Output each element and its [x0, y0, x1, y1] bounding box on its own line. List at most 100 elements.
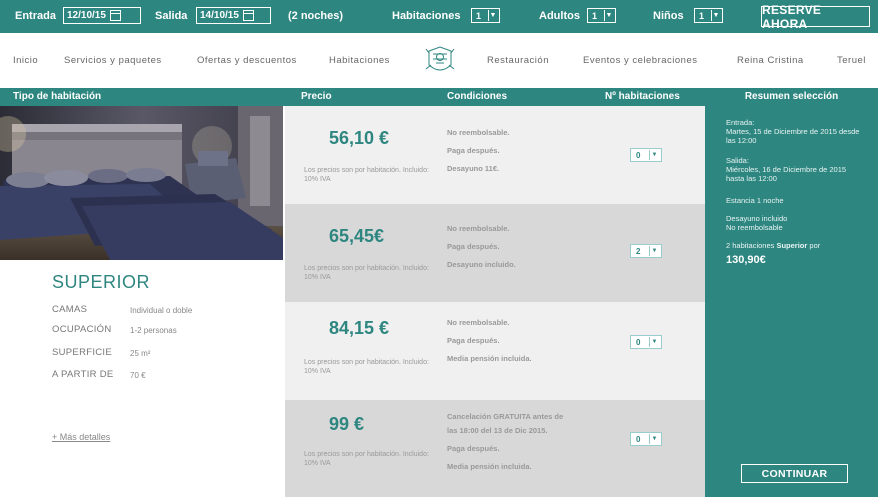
children-label: Niños	[653, 10, 684, 22]
offer-condition: Desayuno incluido.	[447, 260, 516, 269]
room-quantity-value: 0	[636, 337, 641, 347]
checkin-label: Entrada	[15, 10, 56, 22]
offer-condition: No reembolsable.	[447, 128, 510, 137]
spec-value-beds: Individual o doble	[130, 306, 193, 315]
chevron-down-icon: ▼	[649, 434, 659, 444]
checkout-date-value: 14/10/15	[200, 10, 239, 21]
nav-item-ofertas[interactable]: Ofertas y descuentos	[197, 55, 297, 66]
offer-condition: Cancelación GRATUITA antes de	[447, 412, 564, 421]
header-conditions: Condiciones	[447, 91, 508, 102]
nav-item-servicios[interactable]: Servicios y paquetes	[64, 55, 162, 66]
offer-price-note: Los precios son por habitación. Incluido…	[304, 359, 429, 375]
room-quantity-value: 0	[636, 434, 641, 444]
chevron-down-icon: ▼	[488, 10, 497, 21]
room-quantity-select[interactable]: 0 ▼	[630, 148, 662, 162]
room-quantity-select[interactable]: 0 ▼	[630, 432, 662, 446]
offer-price-note: Los precios son por habitación. Incluido…	[304, 451, 429, 467]
summary-rooms-suffix: por	[809, 241, 821, 250]
chevron-down-icon: ▼	[604, 10, 613, 21]
offer-row: 56,10 € Los precios son por habitación. …	[285, 106, 705, 204]
spec-value-from-price: 70 €	[130, 371, 146, 380]
offer-condition: No reembolsable.	[447, 318, 510, 327]
main-nav: Inicio Servicios y paquetes Ofertas y de…	[0, 33, 878, 85]
room-type-name: SUPERIOR	[52, 272, 151, 292]
chevron-down-icon: ▼	[649, 150, 659, 160]
chevron-down-icon: ▼	[649, 337, 659, 347]
offer-condition: No reembolsable.	[447, 224, 510, 233]
nav-item-habitaciones[interactable]: Habitaciones	[329, 55, 390, 66]
nav-item-restauracion[interactable]: Restauración	[487, 55, 549, 66]
spec-label-occupancy: OCUPACIÓN	[52, 324, 112, 335]
offer-price: 56,10 €	[329, 128, 390, 148]
rooms-label: Habitaciones	[392, 10, 461, 22]
offer-condition: Paga después.	[447, 444, 500, 453]
summary-rooms-count: 2 habitaciones	[726, 241, 775, 250]
room-photo	[0, 106, 283, 260]
checkout-date-field[interactable]: 14/10/15	[196, 7, 271, 24]
room-quantity-select[interactable]: 0 ▼	[630, 335, 662, 349]
offer-condition: las 18:00 del 13 de Dic 2015.	[447, 426, 548, 435]
summary-total-price: 130,90€	[726, 254, 766, 266]
selection-summary-panel: Resumen selección Entrada: Martes, 15 de…	[705, 88, 878, 497]
offer-price-note: Los precios son por habitación. Incluido…	[304, 265, 429, 281]
summary-checkout-text: Miércoles, 16 de Diciembre de 2015 hasta…	[726, 165, 847, 183]
continue-button[interactable]: CONTINUAR	[741, 464, 848, 483]
children-select-value: 1	[699, 10, 705, 21]
adults-label: Adultos	[539, 10, 580, 22]
header-room-type: Tipo de habitación	[13, 91, 102, 102]
room-quantity-value: 0	[636, 150, 641, 160]
chevron-down-icon: ▼	[649, 246, 659, 256]
offer-condition: Paga después.	[447, 242, 500, 251]
nav-item-teruel[interactable]: Teruel	[837, 55, 866, 66]
spec-value-occupancy: 1-2 personas	[130, 326, 177, 335]
offer-price-note: Los precios son por habitación. Incluido…	[304, 167, 429, 183]
header-num-rooms: Nº habitaciones	[605, 91, 680, 102]
more-details-link[interactable]: + Más detalles	[52, 432, 110, 442]
summary-stay: Estancia 1 noche	[726, 196, 784, 205]
nav-item-inicio[interactable]: Inicio	[13, 55, 38, 66]
children-select[interactable]: 1 ▼	[694, 8, 723, 23]
summary-checkin-label: Entrada:	[726, 118, 755, 127]
checkout-label: Salida	[155, 10, 188, 22]
nights-count: (2 noches)	[288, 10, 344, 22]
room-quantity-select[interactable]: 2 ▼	[630, 244, 662, 258]
room-photo-image	[0, 106, 283, 260]
calendar-icon[interactable]	[242, 10, 254, 21]
offer-row: 84,15 € Los precios son por habitación. …	[285, 302, 705, 400]
chevron-down-icon: ▼	[711, 10, 720, 21]
offer-row: 65,45€ Los precios son por habitación. I…	[285, 204, 705, 302]
adults-select[interactable]: 1 ▼	[587, 8, 616, 23]
offer-condition: Media pensión incluida.	[447, 354, 532, 363]
calendar-icon[interactable]	[109, 10, 121, 21]
offer-condition: Desayuno 11€.	[447, 164, 500, 173]
summary-checkin-text: Martes, 15 de Diciembre de 2015 desde la…	[726, 127, 860, 145]
reserve-now-button[interactable]: RESERVE AHORA	[761, 3, 870, 31]
checkin-date-value: 12/10/15	[67, 10, 106, 21]
summary-rooms-line: 2 habitaciones Superior por	[726, 241, 866, 250]
nav-item-reina-cristina[interactable]: Reina Cristina	[737, 55, 804, 66]
rooms-select[interactable]: 1 ▼	[471, 8, 500, 23]
offer-condition: Paga después.	[447, 336, 500, 345]
rooms-select-value: 1	[476, 10, 482, 21]
hotel-logo-icon[interactable]	[423, 43, 457, 77]
summary-rooms-type: Superior	[776, 241, 808, 250]
summary-extras: No reembolsable	[726, 223, 783, 232]
spec-label-beds: CAMAS	[52, 304, 88, 315]
offer-condition: Paga después.	[447, 146, 500, 155]
header-price: Precio	[301, 91, 332, 102]
offer-condition: Media pensión incluida.	[447, 462, 532, 471]
spec-value-surface: 25 m²	[130, 349, 151, 358]
summary-title: Resumen selección	[744, 91, 839, 102]
adults-select-value: 1	[592, 10, 598, 21]
booking-bar: Entrada 12/10/15 Salida 14/10/15 (2 noch…	[0, 0, 878, 33]
offer-row: 99 € Los precios son por habitación. Inc…	[285, 400, 705, 497]
spec-label-surface: SUPERFICIE	[52, 347, 113, 358]
spec-label-from-price: A PARTIR DE	[52, 369, 114, 380]
rooms-table-header: Tipo de habitación Precio Condiciones Nº…	[0, 88, 705, 106]
checkin-date-field[interactable]: 12/10/15	[63, 7, 141, 24]
offer-price: 84,15 €	[329, 318, 390, 338]
summary-extras: Desayuno incluido	[726, 214, 788, 223]
nav-item-eventos[interactable]: Eventos y celebraciones	[583, 55, 697, 66]
room-quantity-value: 2	[636, 246, 641, 256]
summary-checkout-label: Salida:	[726, 156, 749, 165]
